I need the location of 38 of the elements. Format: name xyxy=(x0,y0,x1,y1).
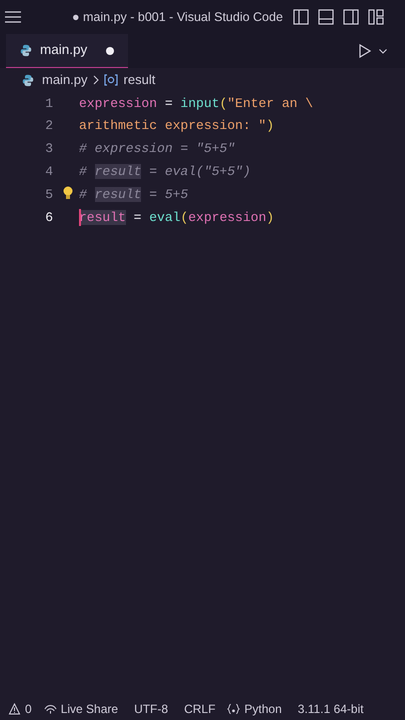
line-number: 2 xyxy=(44,117,54,136)
code-line: arithmetic expression: ") xyxy=(79,117,274,136)
warning-icon xyxy=(8,703,21,715)
line-number: 3 xyxy=(44,140,54,158)
status-item[interactable]: 0 xyxy=(2,700,38,718)
variable-icon xyxy=(104,74,118,86)
secondary-sidebar-icon[interactable] xyxy=(342,9,359,25)
window-title: ● main.py - b001 - Visual Studio Code xyxy=(72,8,283,26)
status-item[interactable]: UTF-8 xyxy=(128,700,174,718)
line-number: 5 xyxy=(44,186,54,204)
code-line: # result = eval("5+5") xyxy=(79,163,251,182)
file-tab[interactable]: main.py xyxy=(6,34,128,68)
run-icon[interactable] xyxy=(359,44,371,58)
line-number: 1 xyxy=(44,94,54,113)
share-icon xyxy=(44,703,57,715)
status-item[interactable]: Live Share xyxy=(38,700,124,718)
breadcrumb-item[interactable]: main.py xyxy=(42,70,88,90)
code-line: # expression = "5+5" xyxy=(79,140,236,158)
code-line: expression = input("Enter an \ xyxy=(79,94,314,113)
line-number: 4 xyxy=(44,163,54,182)
python-file-icon xyxy=(22,74,34,86)
panel-toggle-icon[interactable] xyxy=(318,9,334,25)
chevron-down-icon[interactable] xyxy=(379,48,387,54)
code-line: result = eval(expression) xyxy=(79,208,274,227)
status-item[interactable]: Python xyxy=(221,700,288,718)
layout-icon[interactable] xyxy=(368,9,384,25)
lightbulb-icon[interactable] xyxy=(63,186,73,200)
braces-icon xyxy=(227,703,240,715)
tab-label: main.py xyxy=(40,41,88,60)
breadcrumb-item[interactable]: result xyxy=(124,70,156,90)
status-item[interactable]: CRLF xyxy=(178,700,222,718)
python-file-icon xyxy=(20,44,32,57)
menu-icon[interactable] xyxy=(5,11,21,23)
sidebar-toggle-icon[interactable] xyxy=(292,9,309,25)
line-number: 6 xyxy=(44,208,54,227)
status-item[interactable]: 3.11.1 64-bit xyxy=(292,700,370,718)
code-line: # result = 5+5 xyxy=(79,186,188,204)
chevron-right-icon xyxy=(92,75,99,85)
